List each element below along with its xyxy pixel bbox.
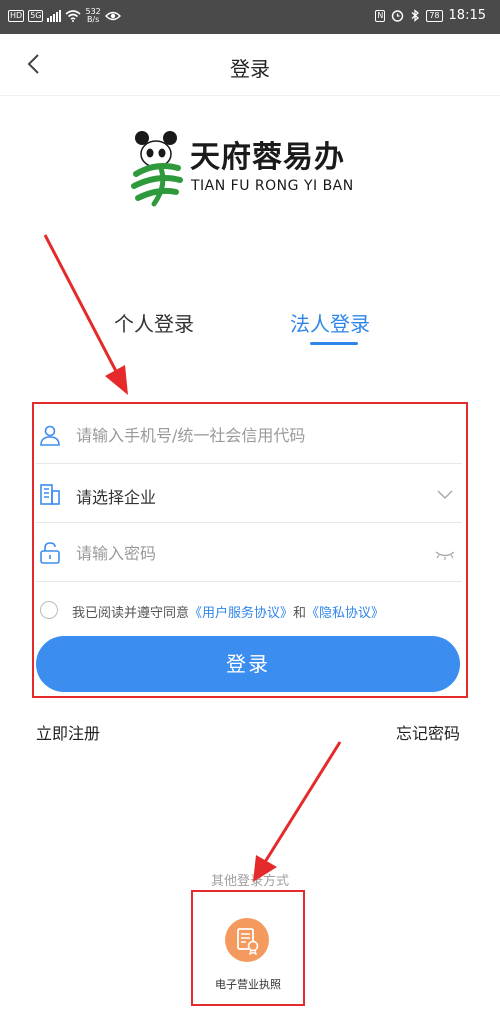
user-icon [40,425,60,446]
page-title: 登录 [230,57,270,81]
network-badge: 5G [28,10,44,22]
other-login-title: 其他登录方式 [210,874,289,889]
app-logo: 天府蓉易办 TIAN FU RONG YI BAN [130,128,370,210]
agreement-text: 我已阅读并遵守同意《用户服务协议》和《隐私协议》 [72,602,384,621]
logo-title: 天府蓉易办 [190,140,345,175]
tab-legal-login[interactable]: 法人登录 [290,308,370,337]
building-icon [40,484,60,505]
license-icon [237,928,259,956]
agreement-row: 我已阅读并遵守同意《用户服务协议》和《隐私协议》 [38,600,458,622]
clock: 18:15 [448,8,486,23]
license-label: 电子营业执照 [215,978,281,991]
signal-icon [47,10,62,22]
battery-icon: 78 [426,9,443,22]
wifi-icon [65,10,82,22]
hd-badge: HD [8,10,25,22]
nfc-icon: N [375,9,386,22]
net-speed: 532 B/s [85,8,100,24]
alarm-icon [392,10,404,22]
status-left: HD 5G 532 B/s [8,8,121,24]
user-agreement-link[interactable]: 《用户服务协议》 [189,606,293,621]
company-select-value: 请选择企业 [76,488,157,507]
logo-subtitle: TIAN FU RONG YI BAN [191,178,354,194]
phone-field [36,406,462,464]
agree-checkbox[interactable] [40,601,58,619]
agreement-prefix: 我已阅读并遵守同意 [72,606,190,621]
agreement-conj: 和 [293,606,307,621]
status-bar: HD 5G 532 B/s N 78 18:15 [0,0,500,34]
business-license-login[interactable]: 电子营业执照 [193,892,303,1004]
lock-icon [40,542,60,564]
active-tab-indicator [310,342,358,345]
status-right: N 78 18:15 [375,8,486,23]
password-field [36,524,462,582]
privacy-agreement-link[interactable]: 《隐私协议》 [306,606,384,621]
register-link[interactable]: 立即注册 [36,720,100,744]
eye-icon [104,11,121,21]
net-speed-unit: B/s [86,15,100,24]
chevron-down-icon [437,490,453,500]
eye-closed-icon[interactable] [434,542,456,564]
tab-personal-login[interactable]: 个人登录 [114,308,194,337]
panda-logo-icon [131,131,183,207]
license-icon-circle [225,918,269,962]
forgot-password-link[interactable]: 忘记密码 [396,720,460,744]
phone-input[interactable] [76,420,416,450]
login-button[interactable]: 登录 [36,636,460,692]
company-select[interactable]: 请选择企业 [36,465,462,523]
app-header: 登录 [0,34,500,96]
bluetooth-icon [411,9,420,22]
arrow-to-license [253,741,342,882]
password-input[interactable] [76,538,416,568]
